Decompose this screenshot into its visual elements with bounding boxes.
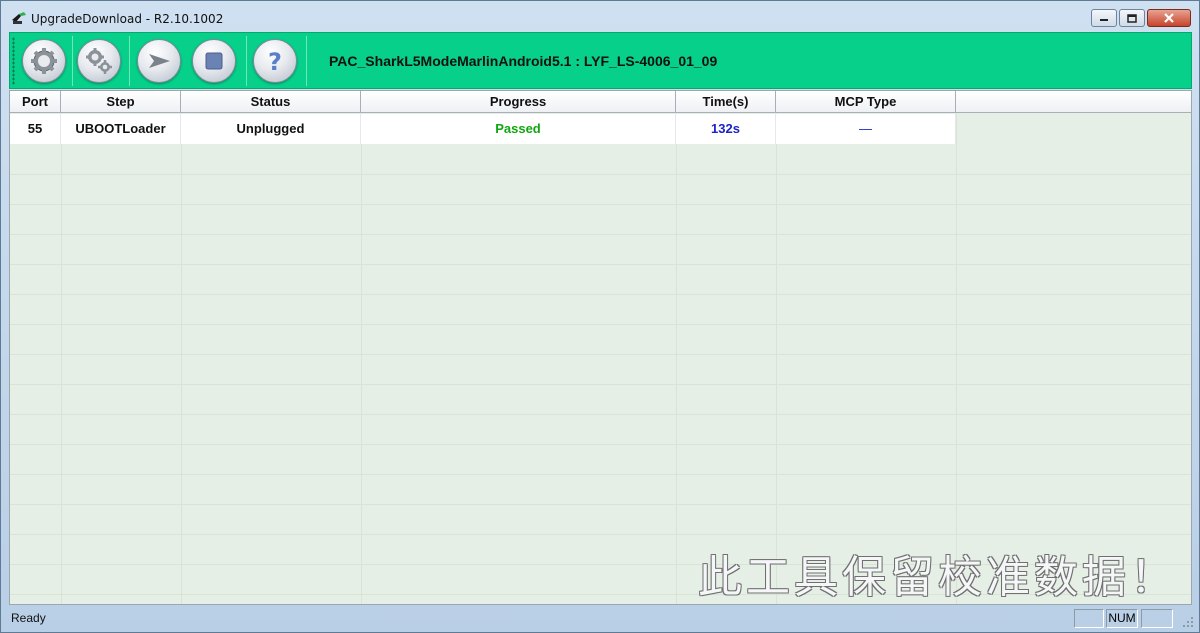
grid-line xyxy=(10,234,1191,235)
help-icon: ? xyxy=(268,48,282,76)
toolbar-separator xyxy=(306,36,307,86)
toolbar-separator xyxy=(129,36,130,86)
column-header-step[interactable]: Step xyxy=(61,91,181,113)
grid-line xyxy=(361,113,362,604)
window-controls xyxy=(1091,9,1191,27)
status-cell: Unplugged xyxy=(181,114,361,144)
grid-line xyxy=(10,444,1191,445)
toolbar-separator xyxy=(246,36,247,86)
time-cell: 132s xyxy=(676,114,776,144)
grid-line xyxy=(10,414,1191,415)
grid-line xyxy=(10,174,1191,175)
step-cell: UBOOTLoader xyxy=(61,114,181,144)
grid-line xyxy=(10,264,1191,265)
toolbar-separator xyxy=(72,36,73,86)
column-header-time[interactable]: Time(s) xyxy=(676,91,776,113)
gear-icon xyxy=(31,48,57,74)
status-pane-scroll xyxy=(1141,609,1173,628)
toolbar: ? PAC_SharkL5ModeMarlinAndroid5.1 : LYF_… xyxy=(9,32,1192,89)
grid-line xyxy=(10,324,1191,325)
column-header-status[interactable]: Status xyxy=(181,91,361,113)
close-button[interactable] xyxy=(1147,9,1191,27)
grid-line xyxy=(10,294,1191,295)
mcp-type-cell: — xyxy=(776,114,956,144)
svg-text:?: ? xyxy=(268,48,282,76)
column-header-mcp-type[interactable]: MCP Type xyxy=(776,91,956,113)
grid-line xyxy=(10,504,1191,505)
grid-line xyxy=(181,113,182,604)
watermark-text: 此工具保留校准数据！ xyxy=(698,552,1178,603)
resize-grip-icon[interactable] xyxy=(1181,615,1195,629)
play-arrow-icon xyxy=(149,54,170,68)
grid-line xyxy=(676,113,677,604)
start-button[interactable] xyxy=(137,39,181,83)
window-title: UpgradeDownload - R2.10.1002 xyxy=(31,12,224,26)
maximize-button[interactable] xyxy=(1119,9,1145,27)
minimize-button[interactable] xyxy=(1091,9,1117,27)
grid-line xyxy=(61,113,62,604)
table-header: Port Step Status Progress Time(s) MCP Ty… xyxy=(10,91,1191,113)
stop-button[interactable] xyxy=(192,39,236,83)
table-row[interactable]: 55 UBOOTLoader Unplugged Passed 132s — xyxy=(10,114,956,144)
stop-icon xyxy=(205,52,223,70)
grid-line xyxy=(956,113,957,604)
port-list[interactable]: Port Step Status Progress Time(s) MCP Ty… xyxy=(9,90,1192,605)
column-header-progress[interactable]: Progress xyxy=(361,91,676,113)
grid-line xyxy=(10,204,1191,205)
column-header-port[interactable]: Port xyxy=(10,91,61,113)
progress-cell: Passed xyxy=(361,114,676,144)
toolbar-grip[interactable] xyxy=(12,37,15,85)
help-button[interactable]: ? xyxy=(253,39,297,83)
settings-button[interactable] xyxy=(22,39,66,83)
status-pane-num: NUM xyxy=(1106,609,1138,628)
minimize-icon xyxy=(1100,19,1108,21)
status-bar: Ready NUM xyxy=(1,607,1199,632)
package-caption: PAC_SharkL5ModeMarlinAndroid5.1 : LYF_LS… xyxy=(329,53,718,69)
port-cell: 55 xyxy=(10,114,61,144)
title-bar[interactable]: UpgradeDownload - R2.10.1002 xyxy=(1,1,1199,31)
grid-line xyxy=(10,534,1191,535)
status-pane-caps xyxy=(1074,609,1104,628)
gears-icon xyxy=(86,48,112,74)
close-icon xyxy=(1164,13,1174,23)
grid-line xyxy=(10,384,1191,385)
options-button[interactable] xyxy=(77,39,121,83)
status-text: Ready xyxy=(11,611,46,625)
grid-line xyxy=(776,113,777,604)
app-icon xyxy=(12,12,26,24)
grid-line xyxy=(10,474,1191,475)
grid-line xyxy=(10,354,1191,355)
restore-icon xyxy=(1127,13,1137,23)
app-window: UpgradeDownload - R2.10.1002 ? PAC_Shark… xyxy=(0,0,1200,633)
